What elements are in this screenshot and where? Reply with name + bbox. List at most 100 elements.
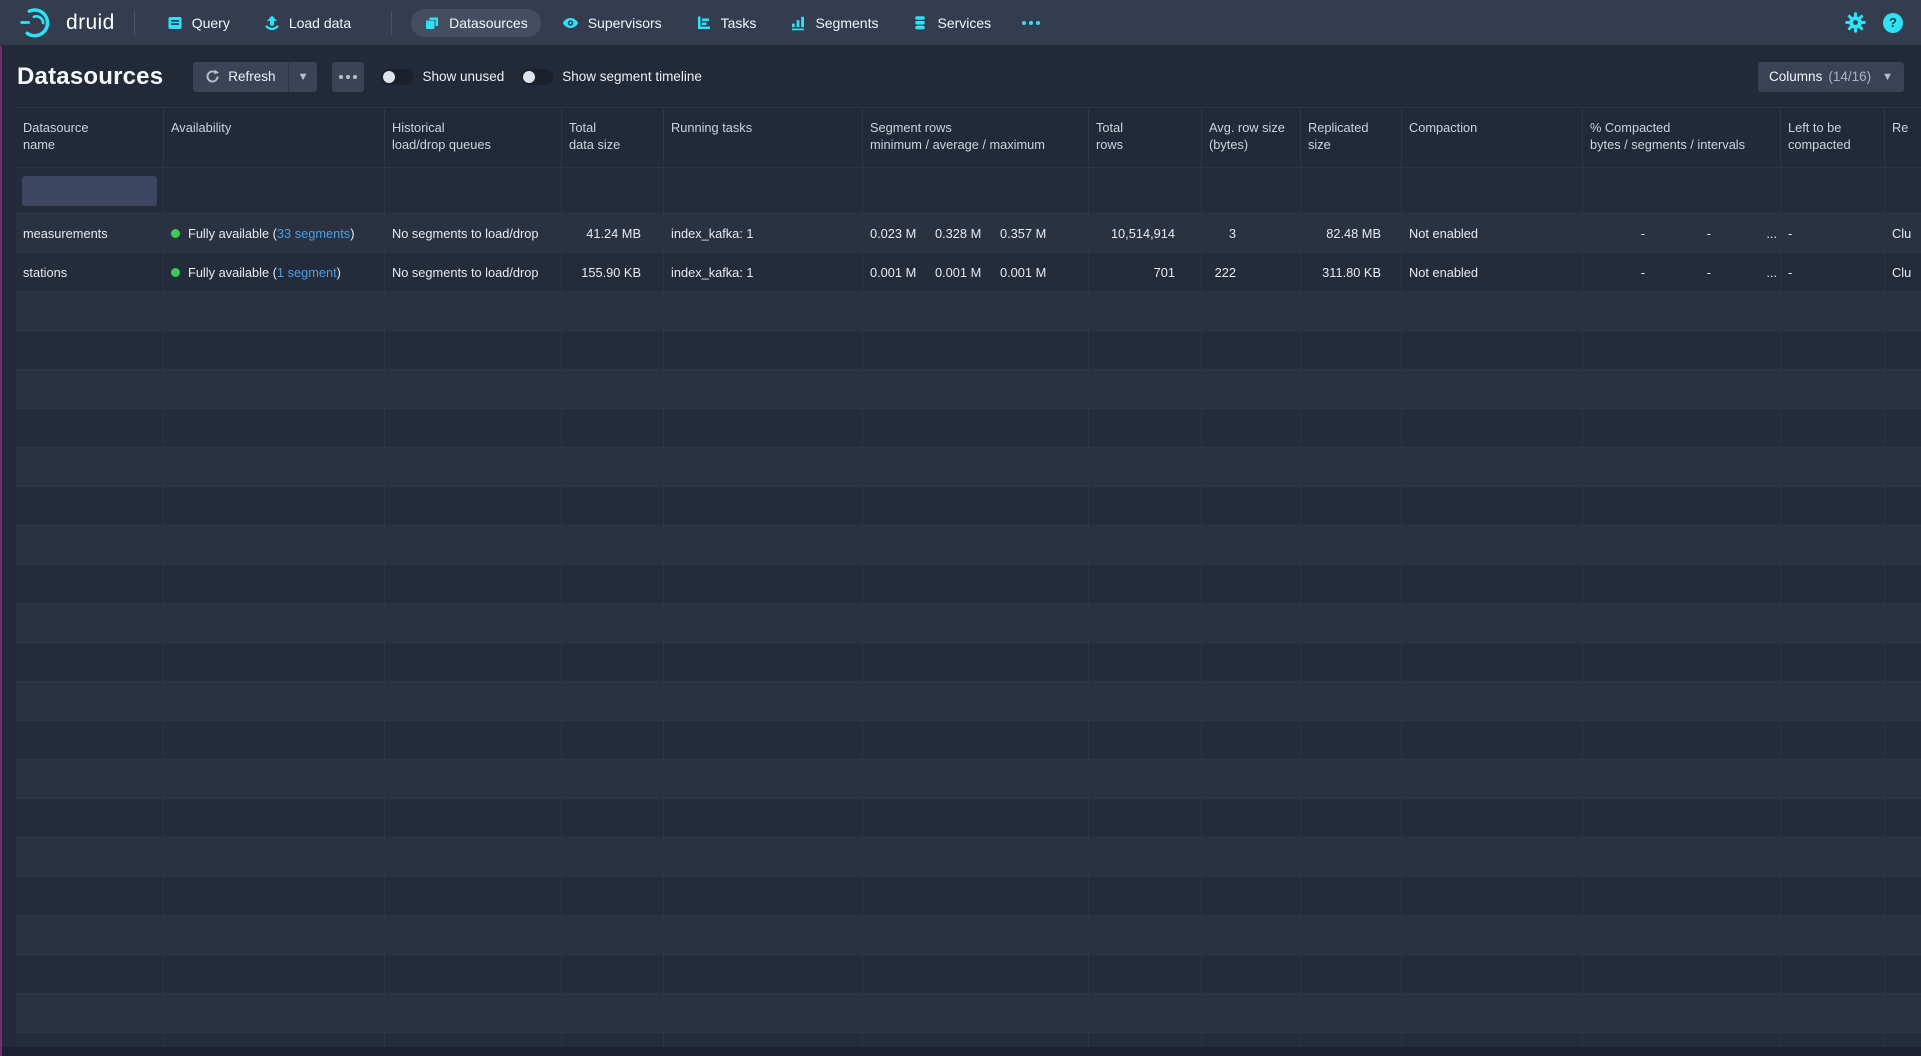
help-icon[interactable]: ? — [1883, 13, 1903, 33]
toggle-knob — [523, 71, 535, 83]
more-actions-button[interactable] — [332, 62, 364, 92]
empty-cell — [164, 682, 385, 720]
empty-cell — [385, 526, 562, 564]
nav-item-query[interactable]: Query — [154, 9, 243, 37]
brand-text: druid — [66, 11, 115, 35]
nav-item-load-data[interactable]: Load data — [251, 9, 364, 37]
empty-cell — [1402, 682, 1583, 720]
empty-cell — [16, 721, 164, 759]
refresh-button[interactable]: Refresh — [193, 62, 288, 92]
empty-cell — [1202, 994, 1301, 1032]
column-header-pct-compacted[interactable]: % Compactedbytes / segments / intervals — [1583, 108, 1781, 167]
empty-cell — [1202, 838, 1301, 876]
empty-cell — [1301, 565, 1402, 603]
empty-cell — [1402, 955, 1583, 993]
show-unused-toggle[interactable]: Show unused — [381, 69, 504, 85]
datasources-table: Datasourcename Availability Historicallo… — [16, 107, 1921, 1056]
empty-cell — [1402, 760, 1583, 798]
empty-cell — [1402, 799, 1583, 837]
filter-cell — [1781, 168, 1885, 213]
cell-datasource-name[interactable]: measurements — [16, 214, 164, 252]
empty-cell — [1885, 994, 1921, 1032]
empty-cell — [385, 994, 562, 1032]
column-header-total-rows[interactable]: Totalrows — [1089, 108, 1202, 167]
column-header-segment-rows[interactable]: Segment rowsminimum / average / maximum — [863, 108, 1089, 167]
empty-cell — [1583, 409, 1781, 447]
cell-datasource-name[interactable]: stations — [16, 253, 164, 291]
nav-item-tasks[interactable]: Tasks — [683, 9, 770, 37]
empty-cell — [1885, 643, 1921, 681]
column-header-availability[interactable]: Availability — [164, 108, 385, 167]
empty-cell — [1781, 643, 1885, 681]
empty-cell — [664, 682, 863, 720]
table-row — [16, 799, 1921, 838]
segments-count-link[interactable]: 1 segment — [277, 265, 337, 280]
column-header-compaction[interactable]: Compaction — [1402, 108, 1583, 167]
empty-cell — [1583, 292, 1781, 330]
segment-rows-max: 0.357 M — [1000, 226, 1065, 241]
supervisors-icon — [562, 15, 579, 31]
empty-cell — [164, 721, 385, 759]
horizontal-scrollbar[interactable] — [0, 1047, 1921, 1056]
column-header-load-drop[interactable]: Historicalload/drop queues — [385, 108, 562, 167]
columns-dropdown-button[interactable]: Columns (14/16) ▼ — [1758, 62, 1904, 92]
empty-cell — [1781, 370, 1885, 408]
empty-cell — [1885, 799, 1921, 837]
nav-item-segments[interactable]: Segments — [777, 9, 891, 37]
cell-total-rows: 701 — [1089, 253, 1202, 291]
nav-item-services[interactable]: Services — [899, 9, 1004, 37]
ellipsis-icon — [339, 75, 357, 79]
services-icon — [912, 15, 928, 31]
table-row — [16, 955, 1921, 994]
column-header-retention[interactable]: Re — [1885, 108, 1921, 167]
druid-brand[interactable]: druid — [20, 7, 115, 38]
gear-icon[interactable] — [1845, 12, 1866, 33]
toggle-track[interactable] — [381, 69, 413, 85]
refresh-interval-dropdown[interactable]: ▼ — [289, 62, 318, 92]
empty-cell — [664, 487, 863, 525]
table-row — [16, 487, 1921, 526]
empty-cell — [1885, 604, 1921, 642]
empty-cell — [164, 799, 385, 837]
empty-cell — [1885, 370, 1921, 408]
empty-cell — [863, 916, 1089, 954]
toggle-track[interactable] — [521, 69, 553, 85]
segments-count-link[interactable]: 33 segments — [277, 226, 350, 241]
empty-cell — [863, 370, 1089, 408]
empty-cell — [1301, 370, 1402, 408]
column-header-running-tasks[interactable]: Running tasks — [664, 108, 863, 167]
empty-cell — [1301, 643, 1402, 681]
empty-cell — [164, 331, 385, 369]
nav-item-datasources[interactable]: Datasources — [411, 9, 541, 37]
column-header-datasource-name[interactable]: Datasourcename — [16, 108, 164, 167]
nav-item-supervisors[interactable]: Supervisors — [549, 9, 675, 37]
table-row — [16, 604, 1921, 643]
empty-cell — [385, 721, 562, 759]
empty-cell — [385, 370, 562, 408]
empty-cell — [1301, 838, 1402, 876]
empty-cell — [164, 838, 385, 876]
empty-cell — [1202, 916, 1301, 954]
datasource-name-filter-input[interactable] — [22, 176, 157, 206]
nav-item-label: Supervisors — [588, 15, 662, 31]
empty-cell — [1781, 331, 1885, 369]
filter-cell — [664, 168, 863, 213]
empty-cell — [1202, 721, 1301, 759]
cell-retention: Clu — [1885, 214, 1921, 252]
show-segment-timeline-toggle[interactable]: Show segment timeline — [521, 69, 702, 85]
column-header-total-data-size[interactable]: Totaldata size — [562, 108, 664, 167]
empty-cell — [16, 448, 164, 486]
column-header-left-to-be-compacted[interactable]: Left to becompacted — [1781, 108, 1885, 167]
chevron-down-icon: ▼ — [298, 71, 309, 83]
empty-cell — [1301, 292, 1402, 330]
empty-cell — [1781, 292, 1885, 330]
column-header-replicated-size[interactable]: Replicatedsize — [1301, 108, 1402, 167]
table-row[interactable]: measurements Fully available (33 segment… — [16, 214, 1921, 253]
nav-more-button[interactable] — [1012, 15, 1050, 31]
empty-cell — [1301, 409, 1402, 447]
empty-cell — [1583, 994, 1781, 1032]
empty-cell — [1781, 409, 1885, 447]
column-header-avg-row-size[interactable]: Avg. row size(bytes) — [1202, 108, 1301, 167]
table-row[interactable]: stations Fully available (1 segment) No … — [16, 253, 1921, 292]
empty-cell — [1781, 448, 1885, 486]
